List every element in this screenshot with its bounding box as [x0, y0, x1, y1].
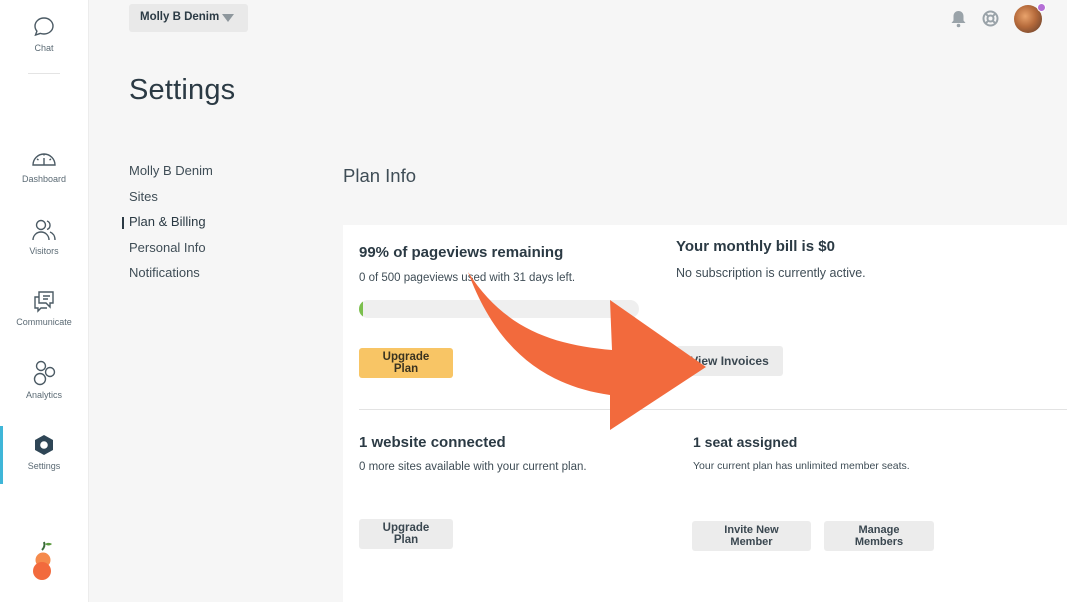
rail-label-settings: Settings: [27, 461, 61, 471]
rail-divider: [28, 73, 60, 74]
orange-fruit-logo: [33, 541, 52, 580]
rail-item-settings[interactable]: Settings: [0, 433, 88, 471]
settings-nav: Molly B Denim Sites Plan & Billing Perso…: [122, 163, 213, 291]
upgrade-plan-button[interactable]: Upgrade Plan: [359, 519, 453, 549]
invite-new-member-button[interactable]: Invite New Member: [692, 521, 811, 551]
view-invoices-button[interactable]: View Invoices: [676, 346, 783, 376]
rail-label-visitors: Visitors: [29, 246, 59, 256]
seats-heading: 1 seat assigned: [693, 434, 798, 450]
status-dot: [1037, 3, 1046, 12]
settings-nav-account[interactable]: Molly B Denim: [129, 163, 213, 189]
websites-heading: 1 website connected: [359, 434, 506, 451]
pageviews-detail: 0 of 500 pageviews used with 31 days lef…: [359, 272, 576, 284]
rail-label-dashboard: Dashboard: [21, 174, 67, 184]
upgrade-plan-button-primary[interactable]: Upgrade Plan: [359, 348, 453, 378]
chevron-down-icon: [222, 14, 234, 22]
rail-label-analytics: Analytics: [25, 390, 62, 400]
settings-nav-plan-billing[interactable]: Plan & Billing: [122, 214, 213, 240]
rail-item-chat[interactable]: Chat: [0, 15, 88, 53]
pageviews-heading: 99% of pageviews remaining: [359, 244, 564, 261]
pageviews-progress-bar: [359, 300, 639, 318]
brand-logo[interactable]: [28, 540, 58, 587]
rail-item-analytics[interactable]: Analytics: [0, 360, 88, 400]
chat-bubble-icon: [34, 17, 54, 37]
left-rail: Chat Dashboard Visitors Communicate Anal…: [0, 0, 89, 602]
manage-members-button[interactable]: Manage Members: [824, 521, 934, 551]
settings-nav-personal-info[interactable]: Personal Info: [129, 240, 213, 266]
rail-label-chat: Chat: [34, 43, 54, 53]
account-name: Molly B Denim: [140, 11, 220, 23]
users-icon: [32, 219, 56, 241]
settings-nav-notifications[interactable]: Notifications: [129, 265, 213, 291]
websites-detail: 0 more sites available with your current…: [359, 461, 587, 473]
rail-item-dashboard[interactable]: Dashboard: [0, 146, 88, 184]
rail-label-communicate: Communicate: [16, 317, 72, 327]
analytics-circles-icon: [33, 360, 56, 386]
monthly-bill-heading: Your monthly bill is $0: [676, 238, 835, 255]
bell-icon[interactable]: [950, 10, 967, 33]
help-lifebuoy-icon[interactable]: [982, 10, 999, 32]
settings-nav-sites[interactable]: Sites: [129, 189, 213, 215]
messages-icon: [34, 291, 54, 313]
card-divider: [359, 409, 1067, 410]
subscription-status: No subscription is currently active.: [676, 266, 866, 280]
account-selector[interactable]: Molly B Denim: [129, 4, 248, 32]
seats-detail: Your current plan has unlimited member s…: [693, 460, 910, 472]
gauge-icon: [32, 153, 56, 166]
section-title: Plan Info: [343, 165, 417, 186]
page-title: Settings: [129, 74, 236, 106]
rail-item-communicate[interactable]: Communicate: [0, 289, 88, 327]
rail-item-visitors[interactable]: Visitors: [0, 218, 88, 256]
hexagon-settings-icon: [35, 435, 53, 455]
